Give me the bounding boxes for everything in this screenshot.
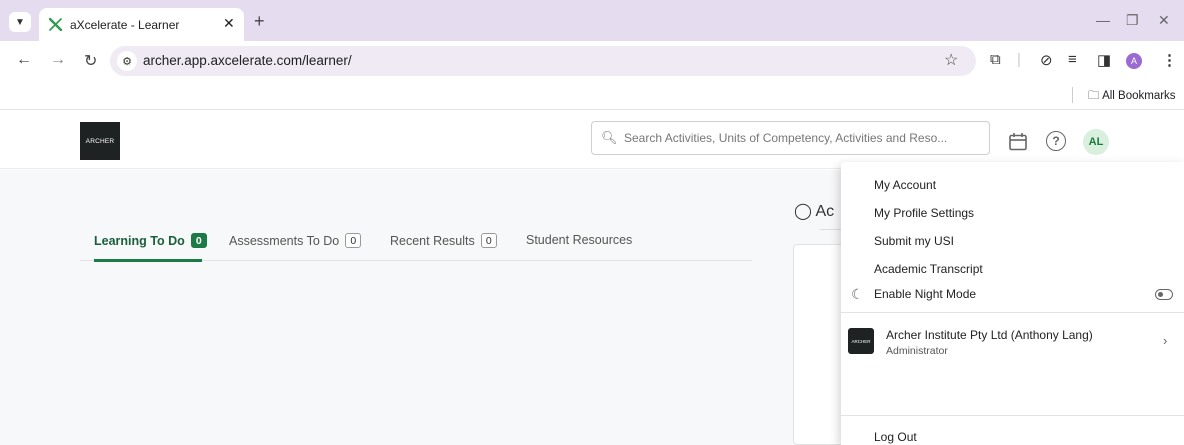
extension-icon[interactable]: ⊘	[1040, 51, 1053, 69]
close-tab-icon[interactable]: ✕	[223, 15, 235, 32]
tab-assessments-to-do[interactable]: Assessments To Do 0	[229, 233, 362, 248]
browser-tab[interactable]: aXcelerate - Learner ✕	[39, 8, 244, 41]
browser-tab-strip: ▼ aXcelerate - Learner ✕ + — ❐ ✕	[0, 0, 1184, 41]
org-name[interactable]: Archer Institute Pty Ltd (Anthony Lang)	[886, 328, 1093, 342]
org-logo: ARCHER	[848, 328, 874, 354]
bookmarks-bar: 🗀 All Bookmarks	[0, 80, 1184, 110]
close-window-icon[interactable]: ✕	[1158, 12, 1170, 29]
reload-icon[interactable]: ↻	[84, 51, 97, 71]
forward-arrow-icon[interactable]: →	[50, 51, 66, 69]
new-tab-button[interactable]: +	[254, 11, 265, 32]
menu-item-submit-usi[interactable]: Submit my USI	[874, 234, 954, 248]
side-panel-icon[interactable]: ◨	[1097, 51, 1111, 69]
user-avatar[interactable]: AL	[1083, 129, 1109, 155]
tab-label: Student Resources	[526, 233, 633, 247]
tab-label: Learning To Do	[94, 233, 185, 248]
more-menu-icon[interactable]: ⋮	[1162, 51, 1177, 69]
count-badge: 0	[345, 233, 362, 248]
search-icon: 🔍︎	[601, 130, 618, 145]
tab-recent-results[interactable]: Recent Results 0	[390, 233, 497, 248]
archer-logo[interactable]: ARCHER	[80, 122, 120, 160]
org-role: Administrator	[886, 345, 948, 357]
address-bar[interactable]: ⚙ archer.app.axcelerate.com/learner/ ☆	[110, 46, 976, 76]
tab-learning-to-do[interactable]: Learning To Do 0	[94, 233, 207, 248]
minimize-icon[interactable]: —	[1096, 12, 1110, 28]
folder-icon: 🗀	[1088, 90, 1100, 102]
activity-heading: ◯ Ac	[794, 201, 834, 221]
search-input[interactable]	[624, 122, 984, 154]
site-info-icon[interactable]: ⚙	[117, 51, 137, 71]
extensions-icon[interactable]: ⧉	[990, 51, 1001, 68]
active-tab-indicator	[94, 259, 202, 262]
tab-label: Recent Results	[390, 233, 475, 248]
menu-divider	[841, 312, 1184, 313]
moon-icon: ☾	[851, 286, 864, 302]
tab-search-button[interactable]: ▼	[9, 12, 31, 32]
menu-item-profile-settings[interactable]: My Profile Settings	[874, 206, 974, 220]
user-menu-dropdown: My Account My Profile Settings Submit my…	[841, 162, 1184, 445]
all-bookmarks-button[interactable]: 🗀 All Bookmarks	[1088, 88, 1176, 107]
back-arrow-icon[interactable]: ←	[16, 51, 32, 69]
reading-list-icon[interactable]: ≡	[1068, 51, 1077, 68]
toolbar-divider: |	[1017, 51, 1021, 68]
search-box[interactable]: 🔍︎	[591, 121, 990, 155]
logout-button[interactable]: Log Out	[874, 430, 917, 444]
all-bookmarks-label: All Bookmarks	[1102, 90, 1176, 102]
count-badge: 0	[190, 233, 207, 248]
restore-icon[interactable]: ❐	[1126, 12, 1139, 29]
tab-student-resources[interactable]: Student Resources	[526, 233, 632, 247]
night-mode-label[interactable]: Enable Night Mode	[874, 287, 976, 301]
bookmarks-separator	[1072, 87, 1073, 103]
help-icon[interactable]: ?	[1046, 131, 1066, 151]
calendar-icon[interactable]	[1008, 132, 1028, 152]
axcelerate-favicon-icon	[49, 17, 63, 31]
chevron-down-icon: ▼	[15, 16, 25, 28]
browser-toolbar: ← → ↻ ⚙ archer.app.axcelerate.com/learne…	[0, 41, 1184, 80]
browser-profile-avatar[interactable]: A	[1126, 53, 1142, 69]
chat-bubble-icon: ◯	[794, 203, 812, 220]
menu-item-my-account[interactable]: My Account	[874, 178, 936, 192]
menu-item-academic-transcript[interactable]: Academic Transcript	[874, 262, 983, 276]
app-header: ARCHER 🔍︎ ? AL	[0, 111, 1184, 169]
count-badge: 0	[480, 233, 497, 248]
night-mode-toggle[interactable]	[1155, 289, 1173, 300]
bookmark-star-icon[interactable]: ☆	[944, 50, 958, 70]
chevron-right-icon[interactable]: ›	[1163, 333, 1167, 348]
activity-heading-label: Ac	[815, 203, 835, 220]
tab-label: Assessments To Do	[229, 233, 340, 248]
browser-tab-title: aXcelerate - Learner	[70, 18, 180, 32]
learner-tabs: Learning To Do 0 Assessments To Do 0 Rec…	[80, 225, 752, 262]
menu-divider	[841, 415, 1184, 416]
url-text[interactable]: archer.app.axcelerate.com/learner/	[143, 53, 352, 68]
